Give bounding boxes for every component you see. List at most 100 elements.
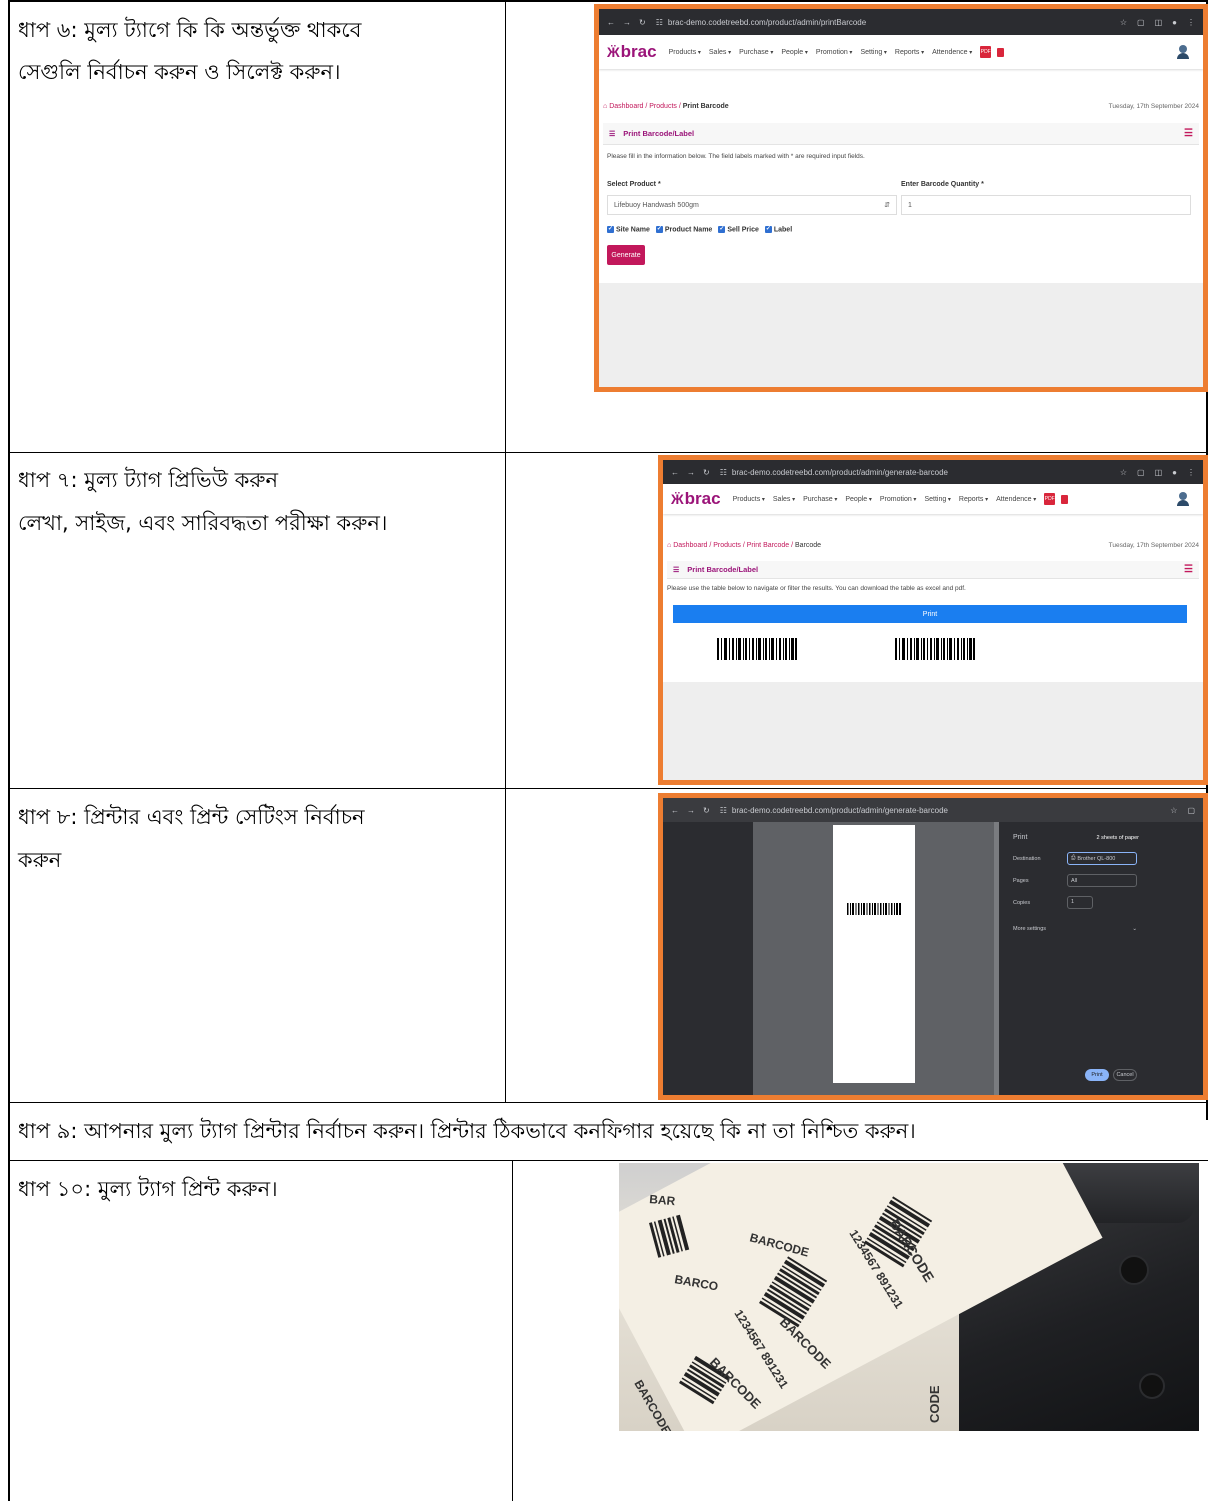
calculator-icon[interactable] (1061, 494, 1069, 504)
sheets-count: 2 sheets of paper (1096, 835, 1139, 841)
menu-promotion[interactable]: Promotion (816, 49, 853, 56)
select-product-dropdown[interactable]: Lifebuoy Handwash 500gm ⇵ (607, 195, 897, 215)
sidepanel-icon[interactable]: ◫ (1155, 18, 1163, 27)
menu-purchase[interactable]: Purchase (739, 49, 773, 56)
menu-reports[interactable]: Reports (959, 496, 988, 503)
destination-select[interactable]: ⎙ Brother QL-800 (1067, 852, 1137, 865)
select-arrows-icon: ⇵ (884, 202, 890, 209)
pdf-icon[interactable]: PDF (980, 46, 992, 58)
brac-logo[interactable]: Ӝbrac (671, 489, 721, 509)
photo-label-3: BARCODE (777, 1315, 834, 1372)
reload-icon[interactable]: ↻ (639, 18, 646, 27)
checkbox-sell-price[interactable]: ✓ Sell Price (718, 226, 759, 233)
menu-people[interactable]: People (845, 496, 871, 503)
kebab-menu-icon[interactable]: ⋮ (1187, 18, 1195, 27)
site-info-icon[interactable]: ☷ (720, 468, 727, 477)
site-info-icon[interactable]: ☷ (720, 806, 727, 815)
calculator-icon[interactable] (997, 47, 1005, 57)
barcode-quantity-input[interactable]: 1 (901, 195, 1191, 215)
table-border-left (8, 0, 10, 1501)
extensions-icon[interactable]: ▢ (1137, 468, 1145, 477)
menu-products[interactable]: Products (669, 49, 701, 56)
menu-setting[interactable]: Setting (924, 496, 950, 503)
menu-products[interactable]: Products (733, 496, 765, 503)
step-8-line-1: ধাপ ৮: প্রিন্টার এবং প্রিন্ট সেটিংস নির্… (18, 805, 365, 829)
address-bar[interactable]: brac-demo.codetreebd.com/product/admin/g… (732, 806, 948, 815)
step-6-line-1: ধাপ ৬: মুল্য ট্যাগে কি কি অন্তর্ভুক্ত থা… (18, 18, 362, 42)
photo-label-9: BARCO (673, 1272, 719, 1293)
copies-input[interactable]: 1 (1067, 896, 1093, 909)
reload-icon[interactable]: ↻ (703, 806, 710, 815)
profile-icon[interactable]: ● (1172, 18, 1177, 27)
browser-toolbar: ← → ↻ ☷ brac-demo.codetreebd.com/product… (599, 9, 1203, 35)
more-settings-toggle[interactable]: More settings ⌄ (1013, 926, 1137, 932)
kebab-menu-icon[interactable]: ⋮ (1187, 468, 1195, 477)
page-background (599, 283, 1203, 387)
breadcrumb: ⌂ Dashboard / Products / Print Barcode /… (667, 542, 821, 549)
step-7-line-1: ধাপ ৭: মুল্য ট্যাগ প্রিভিউ করুন (18, 468, 279, 492)
forward-icon[interactable]: → (687, 806, 695, 815)
sidepanel-icon[interactable]: ◫ (1155, 468, 1163, 477)
home-icon: ⌂ (603, 103, 608, 110)
select-product-label: Select Product * (607, 181, 661, 188)
cancel-button[interactable]: Cancel (1113, 1069, 1137, 1081)
barcode-quantity-label: Enter Barcode Quantity * (901, 181, 984, 188)
screenshot-print-barcode-form: ← → ↻ ☷ brac-demo.codetreebd.com/product… (594, 4, 1208, 392)
menu-people[interactable]: People (781, 49, 807, 56)
checkbox-product-name[interactable]: ✓ Product Name (655, 226, 712, 233)
print-button[interactable]: Print (673, 605, 1187, 623)
forward-icon[interactable]: → (623, 18, 631, 27)
preview-scrollbar[interactable] (994, 822, 999, 1095)
back-icon[interactable]: ← (607, 18, 615, 27)
reload-icon[interactable]: ↻ (703, 468, 710, 477)
menu-purchase[interactable]: Purchase (803, 496, 837, 503)
table-instruction: Please use the table below to navigate o… (667, 585, 966, 592)
back-icon[interactable]: ← (671, 806, 679, 815)
menu-promotion[interactable]: Promotion (880, 496, 917, 503)
checkbox-site-name[interactable]: ✓ Site Name (607, 226, 650, 233)
breadcrumb-links[interactable]: Dashboard / Products / (609, 103, 683, 110)
pages-select[interactable]: All (1067, 874, 1137, 887)
user-avatar[interactable] (1177, 45, 1189, 59)
panel-title: Print Barcode/Label (687, 565, 759, 574)
back-icon[interactable]: ← (671, 468, 679, 477)
profile-icon[interactable]: ● (1172, 468, 1177, 477)
main-menu: Products Sales Purchase People Promotion… (733, 496, 1037, 503)
column-divider (505, 0, 506, 1102)
main-menu: Products Sales Purchase People Promotion… (669, 49, 973, 56)
barcode-printer-photo: BARCODE 1234567 891231 BARCODE 1234567 8… (619, 1163, 1199, 1431)
menu-attendence[interactable]: Attendence (932, 49, 972, 56)
print-preview-area (753, 822, 999, 1095)
checkbox-label[interactable]: ✓ Label (764, 226, 792, 233)
print-title: Print (1013, 834, 1028, 841)
user-avatar[interactable] (1177, 492, 1189, 506)
menu-reports[interactable]: Reports (895, 49, 924, 56)
copies-label: Copies (1013, 900, 1031, 906)
menu-sales[interactable]: Sales (709, 49, 731, 56)
menu-sales[interactable]: Sales (773, 496, 795, 503)
menu-setting[interactable]: Setting (860, 49, 886, 56)
column-divider-bottom (512, 1160, 513, 1501)
browser-toolbar: ← → ↻ ☷ brac-demo.codetreebd.com/product… (663, 460, 1203, 484)
pdf-icon[interactable]: PDF (1044, 493, 1056, 505)
panel-menu-icon[interactable]: ☰ (1184, 128, 1193, 139)
breadcrumb-links[interactable]: Dashboard / Products / Print Barcode / (673, 542, 795, 549)
forward-icon[interactable]: → (687, 468, 695, 477)
bookmark-star-icon[interactable]: ☆ (1170, 806, 1177, 815)
address-bar[interactable]: brac-demo.codetreebd.com/product/admin/p… (668, 18, 866, 27)
print-button[interactable]: Print (1085, 1069, 1109, 1081)
generate-button[interactable]: Generate (607, 245, 645, 265)
address-bar[interactable]: brac-demo.codetreebd.com/product/admin/g… (732, 468, 948, 477)
brac-logo-mark-icon: Ӝ (607, 44, 620, 60)
bookmark-star-icon[interactable]: ☆ (1120, 18, 1127, 27)
step-9-text: ধাপ ৯: আপনার মুল্য ট্যাগ প্রিন্টার নির্ব… (18, 1119, 916, 1143)
extensions-icon[interactable]: ▢ (1137, 18, 1145, 27)
panel-menu-icon[interactable]: ☰ (1184, 564, 1193, 575)
menu-attendence[interactable]: Attendence (996, 496, 1036, 503)
photo-label-8: BARCODE (748, 1230, 810, 1259)
brac-logo[interactable]: Ӝbrac (607, 42, 657, 62)
extensions-icon[interactable]: ▢ (1187, 806, 1195, 815)
preview-barcode (847, 903, 901, 915)
site-info-icon[interactable]: ☷ (656, 18, 663, 27)
bookmark-star-icon[interactable]: ☆ (1120, 468, 1127, 477)
